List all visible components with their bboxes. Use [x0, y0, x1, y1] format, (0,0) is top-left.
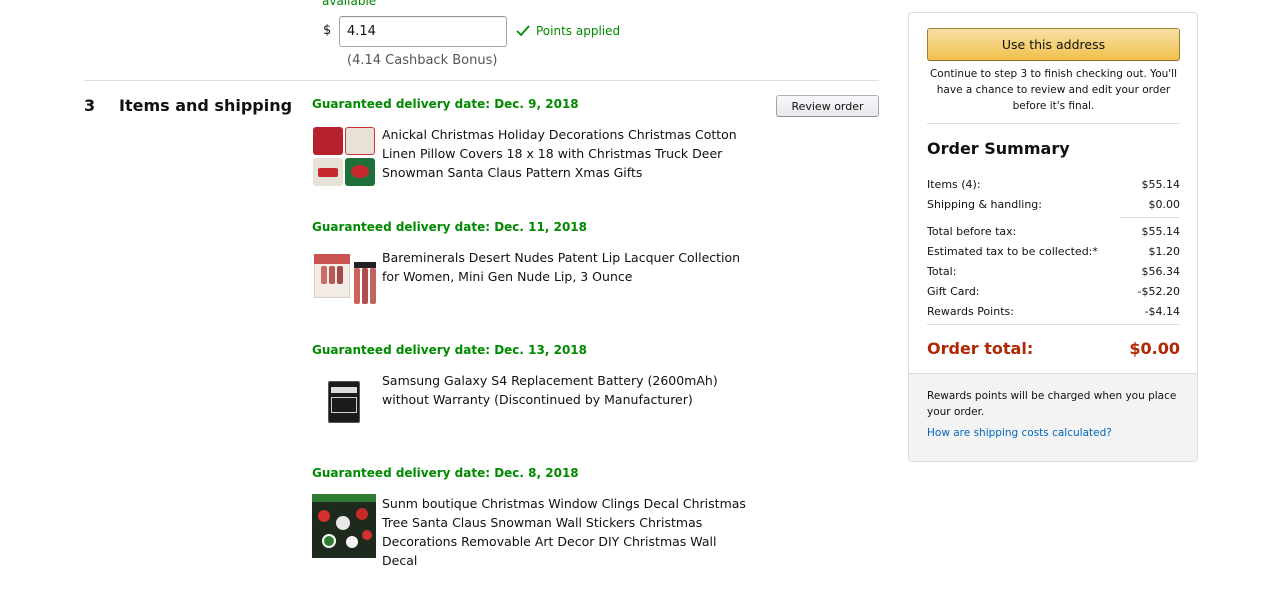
list-item: Sunm boutique Christmas Window Clings De… — [312, 494, 782, 570]
delivery-date: Guaranteed delivery date: Dec. 8, 2018 — [312, 466, 579, 480]
product-image[interactable] — [312, 248, 376, 312]
points-applied-label: Points applied — [536, 24, 621, 38]
shipment-group: Guaranteed delivery date: Dec. 8, 2018 S… — [312, 466, 782, 570]
order-total-row: Order total: $0.00 — [927, 339, 1180, 358]
use-this-address-button[interactable]: Use this address — [927, 28, 1180, 61]
summary-row-rewards-points: Rewards Points: -$4.14 — [927, 305, 1180, 318]
summary-divider — [1120, 217, 1180, 218]
delivery-date: Guaranteed delivery date: Dec. 11, 2018 — [312, 220, 587, 234]
summary-row-shipping: Shipping & handling: $0.00 — [927, 198, 1180, 211]
summary-row-total-before-tax: Total before tax: $55.14 — [927, 225, 1180, 238]
summary-label: Gift Card: — [927, 285, 980, 298]
summary-value: -$52.20 — [1137, 285, 1180, 298]
product-title-link[interactable]: Sunm boutique Christmas Window Clings De… — [382, 494, 752, 570]
review-order-button[interactable]: Review order — [776, 95, 879, 117]
summary-row-gift-card: Gift Card: -$52.20 — [927, 285, 1180, 298]
summary-value: $56.34 — [1141, 265, 1181, 278]
summary-label: Items (4): — [927, 178, 981, 191]
shipment-group: Guaranteed delivery date: Dec. 9, 2018 A… — [312, 97, 782, 189]
rewards-points-note: Rewards points will be charged when you … — [927, 390, 1177, 418]
product-title-link[interactable]: Samsung Galaxy S4 Replacement Battery (2… — [382, 371, 752, 435]
product-image[interactable] — [312, 371, 376, 435]
points-amount-input[interactable] — [339, 16, 507, 47]
checkmark-icon — [516, 25, 530, 37]
currency-symbol: $ — [323, 23, 332, 38]
delivery-date: Guaranteed delivery date: Dec. 9, 2018 — [312, 97, 579, 111]
order-summary-title: Order Summary — [927, 139, 1070, 158]
summary-divider — [927, 123, 1180, 124]
list-item: Bareminerals Desert Nudes Patent Lip Lac… — [312, 248, 782, 312]
summary-label: Total before tax: — [927, 225, 1017, 238]
step-title: Items and shipping — [119, 96, 293, 115]
shipment-group: Guaranteed delivery date: Dec. 11, 2018 … — [312, 220, 782, 312]
cashback-bonus-text: (4.14 Cashback Bonus) — [347, 53, 498, 68]
delivery-date: Guaranteed delivery date: Dec. 13, 2018 — [312, 343, 587, 357]
order-total-value: $0.00 — [1129, 339, 1180, 358]
order-summary-box: Use this address Continue to step 3 to f… — [908, 12, 1198, 462]
summary-footer: Rewards points will be charged when you … — [909, 373, 1197, 461]
summary-row-tax: Estimated tax to be collected:* $1.20 — [927, 245, 1180, 258]
summary-divider — [927, 324, 1180, 325]
product-image[interactable] — [312, 494, 376, 558]
summary-value: -$4.14 — [1144, 305, 1180, 318]
section-divider — [84, 80, 879, 81]
summary-value: $55.14 — [1141, 225, 1181, 238]
order-total-label: Order total: — [927, 339, 1034, 358]
list-item: Anickal Christmas Holiday Decorations Ch… — [312, 125, 782, 189]
points-applied-status: Points applied — [516, 24, 620, 38]
summary-label: Shipping & handling: — [927, 198, 1042, 211]
list-item: Samsung Galaxy S4 Replacement Battery (2… — [312, 371, 782, 435]
summary-value: $1.20 — [1148, 245, 1181, 258]
summary-label: Estimated tax to be collected:* — [927, 245, 1098, 258]
summary-value: $0.00 — [1148, 198, 1181, 211]
continue-note: Continue to step 3 to finish checking ou… — [929, 68, 1178, 112]
product-image[interactable] — [312, 125, 376, 189]
shipment-group: Guaranteed delivery date: Dec. 13, 2018 … — [312, 343, 782, 435]
summary-value: $55.14 — [1141, 178, 1181, 191]
product-title-link[interactable]: Anickal Christmas Holiday Decorations Ch… — [382, 125, 752, 189]
available-text: available — [322, 0, 377, 8]
summary-label: Rewards Points: — [927, 305, 1014, 318]
summary-row-total: Total: $56.34 — [927, 265, 1180, 278]
shipping-costs-link[interactable]: How are shipping costs calculated? — [927, 427, 1112, 439]
summary-row-items: Items (4): $55.14 — [927, 178, 1180, 191]
summary-label: Total: — [927, 265, 957, 278]
step-number: 3 — [84, 96, 96, 115]
product-title-link[interactable]: Bareminerals Desert Nudes Patent Lip Lac… — [382, 248, 752, 312]
